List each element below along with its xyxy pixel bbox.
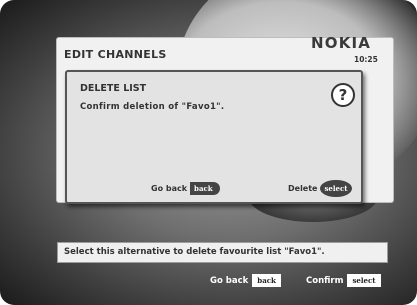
dialog-delete-label: Delete	[288, 183, 318, 193]
page-title: EDIT CHANNELS	[64, 48, 167, 61]
dialog-title: DELETE LIST	[80, 83, 147, 94]
help-icon[interactable]: ?	[331, 83, 355, 107]
info-bar-text: Select this alternative to delete favour…	[64, 247, 325, 257]
brand-logo: NOKIA	[311, 34, 372, 52]
dialog-message: Confirm deletion of "Favo1".	[80, 102, 225, 112]
select-key-icon: select	[320, 179, 352, 197]
dialog-go-back-label: Go back	[151, 183, 188, 193]
back-key-icon: back	[252, 274, 281, 287]
dialog-go-back-button[interactable]: Go back back	[151, 180, 220, 196]
footer-confirm-label: Confirm	[306, 275, 344, 286]
footer-confirm-button[interactable]: Confirm select	[306, 274, 381, 287]
clock: 10:25	[354, 55, 378, 64]
footer-go-back-button[interactable]: Go back back	[210, 274, 281, 287]
back-key-icon: back	[190, 181, 220, 195]
tv-screen: EDIT CHANNELS NOKIA 10:25 DELETE LIST Co…	[0, 0, 417, 305]
select-key-icon: select	[347, 274, 381, 287]
dialog-delete-button[interactable]: Delete select	[288, 179, 352, 197]
delete-list-dialog: DELETE LIST Confirm deletion of "Favo1".…	[65, 70, 363, 204]
info-bar: Select this alternative to delete favour…	[57, 242, 388, 263]
footer-go-back-label: Go back	[210, 275, 249, 286]
